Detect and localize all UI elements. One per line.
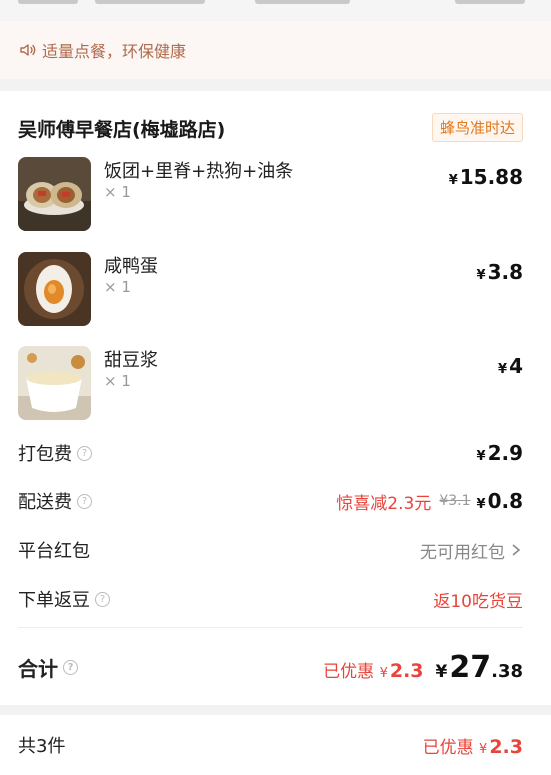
list-item: 饭团+里脊+热狗+油条 × 1 ¥15.88 xyxy=(18,157,523,231)
order-card: 吴师傅早餐店(梅墟路店) 蜂鸟准时达 饭团+里脊+热狗+油条 × 1 ¥15.8… xyxy=(0,91,551,705)
total-row: 合计? 已优惠 ¥2.3 ¥27.38 xyxy=(18,645,523,689)
top-strip xyxy=(0,0,551,20)
speaker-icon xyxy=(20,44,36,56)
item-image xyxy=(18,157,91,231)
item-image xyxy=(18,252,91,326)
item-qty: × 1 xyxy=(104,372,131,390)
bean-return-row: 下单返豆? 返10吃货豆 xyxy=(18,584,523,614)
notice-banner: 适量点餐，环保健康 xyxy=(0,21,551,79)
list-item: 咸鸭蛋 × 1 ¥3.8 xyxy=(18,252,523,326)
chevron-right-icon xyxy=(512,544,521,556)
item-count: 共3件 xyxy=(18,736,66,757)
item-image xyxy=(18,346,91,420)
total-saved: 已优惠 ¥2.3 xyxy=(323,659,424,682)
red-packet-label: 平台红包 xyxy=(18,541,90,562)
item-name: 甜豆浆 xyxy=(104,350,158,371)
list-item: 甜豆浆 × 1 ¥4 xyxy=(18,346,523,420)
total-amount: ¥27.38 xyxy=(435,649,523,685)
packing-fee-row: 打包费? ¥2.9 xyxy=(18,438,523,468)
item-name: 饭团+里脊+热狗+油条 xyxy=(104,161,294,182)
help-icon[interactable]: ? xyxy=(77,493,92,509)
bean-return-value: 返10吃货豆 xyxy=(433,591,523,612)
item-name: 咸鸭蛋 xyxy=(104,256,158,277)
packing-fee-value: ¥2.9 xyxy=(476,441,523,465)
help-icon[interactable]: ? xyxy=(63,659,78,675)
divider xyxy=(18,627,523,628)
red-packet-value: 无可用红包 xyxy=(420,542,505,563)
item-qty: × 1 xyxy=(104,183,131,201)
delivery-fee-label: 配送费? xyxy=(18,488,92,514)
shop-name[interactable]: 吴师傅早餐店(梅墟路店) xyxy=(18,115,225,142)
footer-saved: 已优惠 ¥2.3 xyxy=(422,735,523,758)
item-price: ¥3.8 xyxy=(476,260,523,284)
item-price: ¥15.88 xyxy=(448,165,523,189)
packing-fee-label: 打包费? xyxy=(18,440,92,466)
help-icon[interactable]: ? xyxy=(95,591,110,607)
delivery-badge: 蜂鸟准时达 xyxy=(431,113,523,142)
original-delivery-fee: ¥3.1 xyxy=(439,493,471,509)
total-label: 合计? xyxy=(18,653,78,682)
help-icon[interactable]: ? xyxy=(77,445,92,461)
bean-return-label: 下单返豆? xyxy=(18,586,110,612)
notice-text: 适量点餐，环保健康 xyxy=(42,42,187,61)
item-qty: × 1 xyxy=(104,278,131,296)
delivery-fee-row: 配送费? 惊喜减2.3元 ¥3.1 ¥0.8 xyxy=(18,486,523,516)
summary-footer: 共3件 已优惠 ¥2.3 xyxy=(0,715,551,775)
delivery-promo-text: 惊喜减2.3元 xyxy=(336,493,432,514)
item-price: ¥4 xyxy=(498,354,523,378)
red-packet-row[interactable]: 平台红包 无可用红包 xyxy=(18,535,523,565)
delivery-fee-value: 惊喜减2.3元 ¥3.1 ¥0.8 xyxy=(336,489,523,514)
